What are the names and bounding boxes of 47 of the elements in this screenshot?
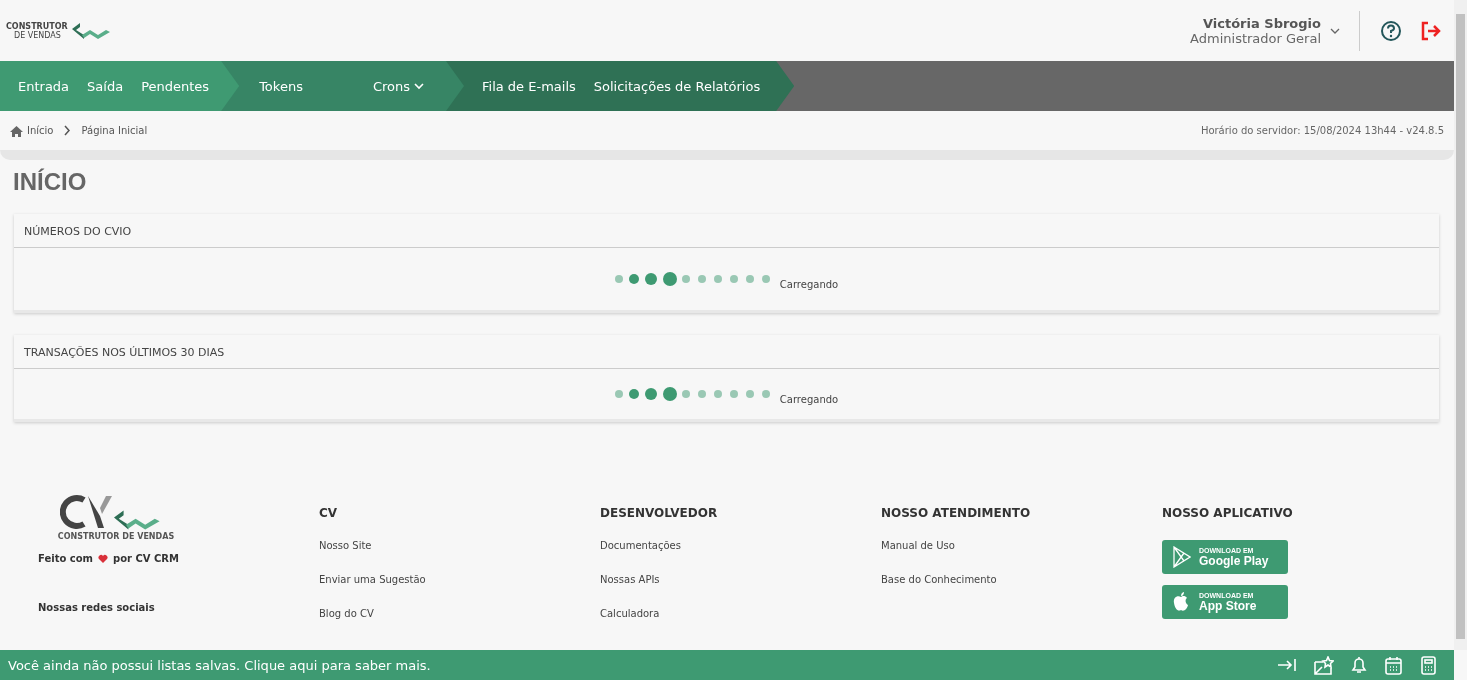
heart-icon — [98, 553, 108, 564]
apple-icon — [1172, 591, 1191, 613]
page-title: INÍCIO — [13, 168, 88, 196]
user-name[interactable]: Victória Sbrogio — [1203, 15, 1321, 31]
logout-icon[interactable] — [1420, 19, 1442, 42]
footer-link[interactable]: Manual de Uso — [881, 540, 1162, 551]
footer-heading: DESENVOLVEDOR — [600, 506, 719, 520]
chevron-down-icon — [414, 82, 424, 90]
panel-title: NÚMEROS DO CVIO — [14, 214, 1439, 248]
panel-title: TRANSAÇÕES NOS ÚLTIMOS 30 DIAS — [14, 335, 1439, 369]
logo-icon — [71, 20, 112, 41]
nav-link[interactable]: Solicitações de Relatórios — [593, 78, 761, 94]
loading-text: Carregando — [779, 279, 839, 290]
chevron-down-icon[interactable] — [1329, 26, 1341, 35]
arrow-to-line-icon[interactable] — [1277, 656, 1297, 674]
nav-link[interactable]: Fila de E-mails — [482, 78, 576, 94]
home-icon — [10, 124, 23, 137]
footer-heading: NOSSO ATENDIMENTO — [881, 506, 1032, 520]
footer-text: por CV CRM — [113, 553, 179, 564]
help-icon[interactable] — [1380, 19, 1402, 42]
footer-link[interactable]: Base do Conhecimento — [881, 574, 1162, 585]
server-info: Horário do servidor: 15/08/2024 13h44 - v24.8.5 — [1200, 125, 1444, 136]
breadcrumb-link[interactable]: Início — [27, 125, 54, 136]
footer-link[interactable]: Enviar uma Sugestão — [319, 574, 600, 585]
footer-heading: NOSSO APLICATIVO — [1162, 506, 1294, 520]
nav-link[interactable]: Tokens — [259, 78, 303, 94]
play-icon — [1172, 546, 1191, 568]
logo-caption: CONSTRUTOR DE VENDAS — [57, 532, 175, 541]
scrollbar-thumb[interactable] — [1456, 14, 1465, 639]
social-title: Nossas redes sociais — [38, 602, 156, 613]
calculator-icon[interactable] — [1419, 655, 1438, 675]
logo-text: CONSTRUTOR DE VENDAS — [6, 21, 68, 40]
footer-link[interactable]: Documentações — [600, 540, 881, 551]
footer-text: Feito com — [38, 553, 93, 564]
footer-link[interactable]: Nossas APIs — [600, 574, 881, 585]
scrollbar[interactable] — [1454, 0, 1467, 650]
calendar-icon[interactable] — [1384, 655, 1403, 675]
chevron-right-icon — [63, 125, 72, 136]
footer-link[interactable]: Nosso Site — [319, 540, 600, 551]
footer-link[interactable]: Calculadora — [600, 608, 881, 619]
nav-link[interactable]: Crons — [372, 78, 424, 94]
footer-heading: CV — [319, 506, 339, 520]
loading-text: Carregando — [779, 394, 839, 405]
footer-link[interactable]: Blog do CV — [319, 608, 600, 619]
bell-icon[interactable] — [1350, 656, 1368, 674]
envelope-star-icon[interactable] — [1313, 655, 1334, 675]
user-role: Administrador Geral — [1190, 30, 1321, 46]
